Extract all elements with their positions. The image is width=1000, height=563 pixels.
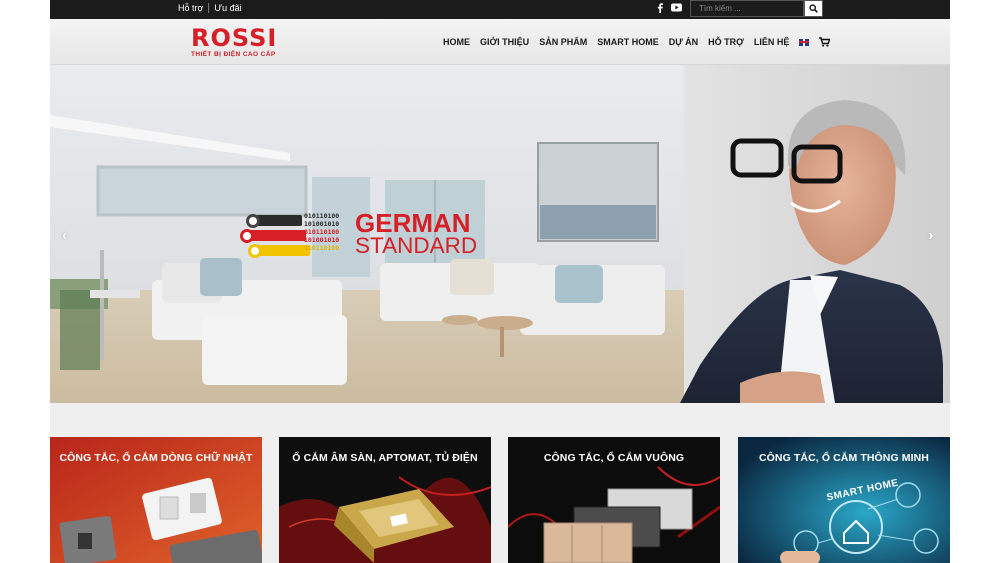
main-header: ROSSI THIẾT BỊ ĐIỆN CAO CẤP HOME GIỚI TH… <box>50 19 950 65</box>
hero-banner[interactable]: 010110100 101001010 010110100 101001010 … <box>50 65 950 403</box>
logo-tagline: THIẾT BỊ ĐIỆN CAO CẤP <box>191 51 276 58</box>
hero-scene <box>50 65 950 403</box>
nav-item-smart-home[interactable]: SMART HOME <box>597 37 659 47</box>
top-links: Hỗ trợ Ưu đãi <box>178 3 242 13</box>
nav-item-projects[interactable]: DỰ ÁN <box>669 37 698 47</box>
binary-line: 010110100 <box>304 228 340 236</box>
badge-title-standard: STANDARD <box>355 233 478 258</box>
search-input[interactable]: Tìm kiếm ... <box>690 0 804 17</box>
binary-line: 010110100 <box>304 244 340 252</box>
logo[interactable]: ROSSI THIẾT BỊ ĐIỆN CAO CẤP <box>191 26 277 58</box>
nav-item-home[interactable]: HOME <box>443 37 470 47</box>
uk-flag-icon[interactable] <box>799 38 810 46</box>
nav-item-support[interactable]: HỖ TRỢ <box>708 37 744 47</box>
logo-brand: ROSSI <box>191 24 278 52</box>
category-list: CÔNG TẮC, Ổ CẮM DÒNG CHỮ NHẬT Ổ CẮM ÂM S… <box>50 437 950 563</box>
flag-ring <box>248 244 262 258</box>
nav-item-products[interactable]: SẢN PHẨM <box>539 37 587 47</box>
binary-line: 010110100 <box>304 212 340 220</box>
slider-prev-arrow[interactable]: ‹ <box>62 227 67 245</box>
category-title: CÔNG TẮC, Ổ CẮM DÒNG CHỮ NHẬT <box>59 452 253 464</box>
category-card[interactable]: SMART HOME CÔNG TẮC, Ổ CẮM THÔNG MINH <box>738 437 950 563</box>
link-offers[interactable]: Ưu đãi <box>214 3 241 13</box>
search-icon <box>809 4 818 13</box>
social-links <box>657 3 682 13</box>
flag-bar-red <box>250 230 306 241</box>
link-divider <box>208 3 210 13</box>
category-title: Ổ CẮM ÂM SÀN, APTOMAT, TỦ ĐIỆN <box>292 452 478 464</box>
slider-next-arrow[interactable]: › <box>928 227 933 245</box>
flag-bars <box>240 211 310 261</box>
binary-line: 101001010 <box>304 220 340 228</box>
cart-icon[interactable] <box>819 37 831 47</box>
facebook-icon[interactable] <box>657 3 663 13</box>
flag-ring <box>246 214 260 228</box>
binary-line: 101001010 <box>304 236 340 244</box>
category-title: CÔNG TẮC, Ổ CẮM VUÔNG <box>543 452 685 464</box>
site-container: Hỗ trợ Ưu đãi Tìm kiếm ... ROSSI THIẾT B… <box>50 0 950 563</box>
binary-text: 010110100 101001010 010110100 101001010 … <box>304 212 339 252</box>
search-button[interactable] <box>804 0 823 17</box>
category-title: CÔNG TẮC, Ổ CẮM THÔNG MINH <box>758 452 929 464</box>
nav-item-about[interactable]: GIỚI THIỆU <box>480 37 529 47</box>
category-card[interactable]: Ổ CẮM ÂM SÀN, APTOMAT, TỦ ĐIỆN <box>279 437 491 563</box>
badge-title-german: GERMAN <box>355 208 471 238</box>
category-card[interactable]: CÔNG TẮC, Ổ CẮM DÒNG CHỮ NHẬT <box>50 437 262 563</box>
top-bar: Hỗ trợ Ưu đãi Tìm kiếm ... <box>50 0 950 19</box>
youtube-icon[interactable] <box>671 3 682 12</box>
category-card[interactable]: CÔNG TẮC, Ổ CẮM VUÔNG <box>508 437 720 563</box>
flag-ring <box>240 229 254 243</box>
nav-item-contact[interactable]: LIÊN HỆ <box>754 37 790 47</box>
main-nav: HOME GIỚI THIỆU SẢN PHẨM SMART HOME DỰ Á… <box>443 37 831 47</box>
link-support[interactable]: Hỗ trợ <box>178 3 203 13</box>
